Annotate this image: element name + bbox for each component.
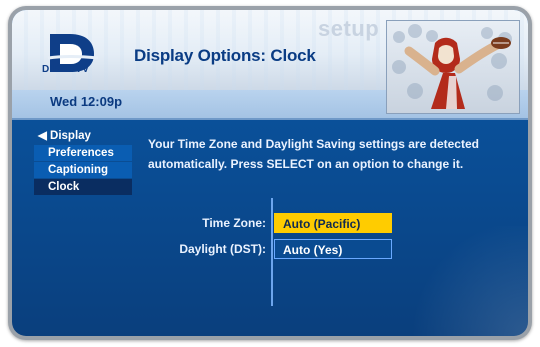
sidebar-item-clock[interactable]: Clock: [34, 179, 132, 195]
corner-highlight: [368, 226, 528, 336]
section-title: setup: [318, 16, 380, 41]
sidebar-item-preferences[interactable]: Preferences: [34, 145, 132, 161]
header-photo: [386, 20, 520, 114]
sidebar-item-display[interactable]: ◀ Display: [34, 128, 132, 144]
page-title: Display Options: Clock: [134, 46, 316, 65]
logo-wordmark: DIRECTV: [42, 64, 90, 75]
options-divider: [271, 198, 273, 306]
football-player-image: [387, 21, 519, 113]
clock-datetime: Wed 12:09p: [50, 94, 123, 109]
instructions-text: Your Time Zone and Daylight Saving setti…: [148, 137, 479, 171]
daylight-dst-label: Daylight (DST):: [179, 242, 266, 256]
sidebar-item-captioning[interactable]: Captioning: [34, 162, 132, 178]
setup-screen: DIRECTV Display Options: Clock setup Wed…: [12, 10, 528, 336]
sidebar-menu: ◀ Display Preferences Captioning Clock: [34, 128, 132, 196]
time-zone-label: Time Zone:: [202, 216, 266, 230]
